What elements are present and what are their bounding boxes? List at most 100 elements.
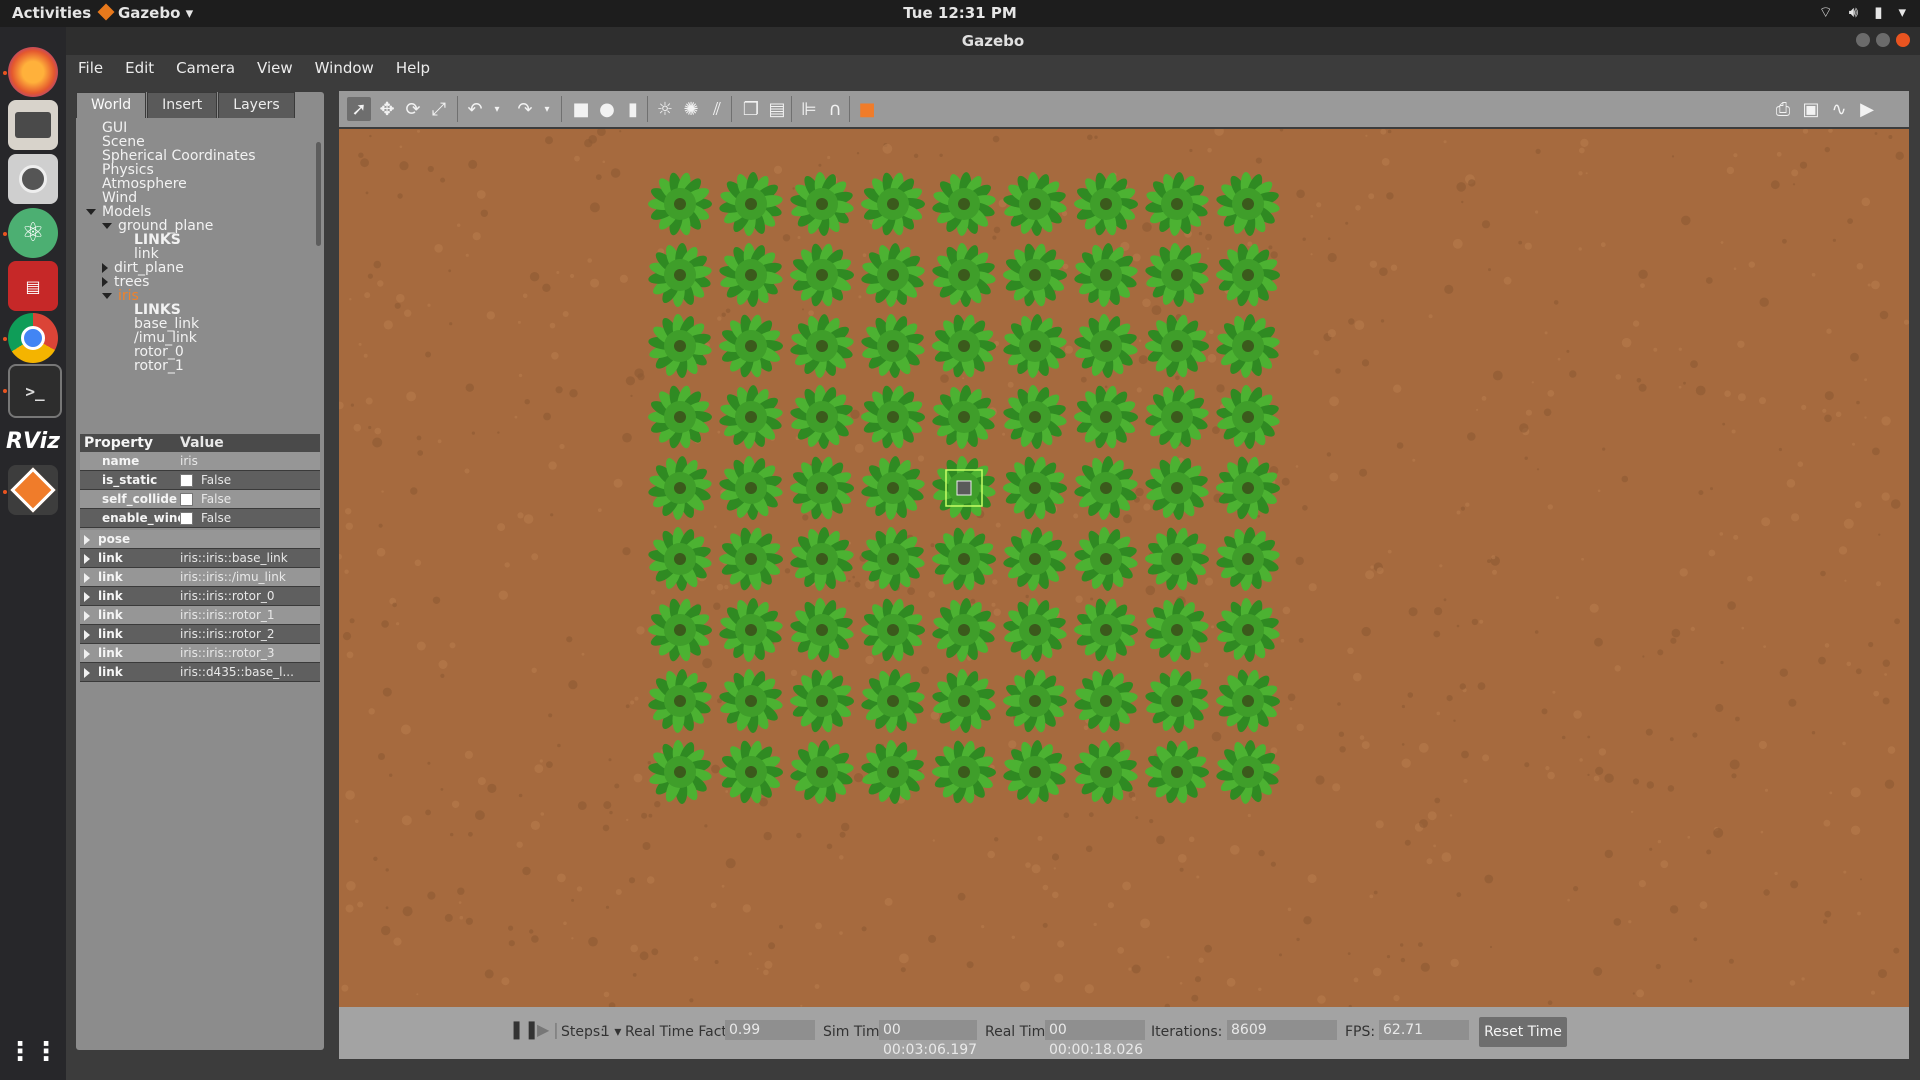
- volume-icon[interactable]: 🔊︎: [1849, 3, 1858, 22]
- tree-plant[interactable]: [790, 242, 854, 307]
- 3d-viewport[interactable]: [339, 129, 1909, 1007]
- enable-wind-checkbox[interactable]: [180, 512, 193, 525]
- files-icon[interactable]: [8, 100, 58, 150]
- tree-plant[interactable]: [932, 313, 996, 378]
- tree-plant[interactable]: [789, 598, 854, 663]
- tree-plant[interactable]: [1002, 172, 1067, 237]
- expand-arrow-icon[interactable]: [102, 223, 112, 229]
- prop-link-label[interactable]: link: [80, 644, 176, 662]
- self-collide-checkbox[interactable]: [180, 493, 193, 506]
- prop-name-value[interactable]: iris: [176, 452, 320, 470]
- tree-plant[interactable]: [647, 740, 712, 805]
- screenshot-icon[interactable]: ⎙: [1771, 97, 1795, 121]
- plot-icon[interactable]: ∿: [1827, 97, 1851, 121]
- collapse-arrow-icon[interactable]: [102, 277, 108, 287]
- tree-plant[interactable]: [1215, 385, 1280, 450]
- select-mode-icon[interactable]: ➚: [347, 97, 371, 121]
- prop-link-label[interactable]: link: [80, 549, 176, 567]
- record-video-icon[interactable]: ▶: [1855, 97, 1879, 121]
- app-menu[interactable]: Gazebo ▾: [97, 3, 193, 22]
- tree-plant[interactable]: [790, 455, 854, 520]
- tree-plant[interactable]: [1003, 668, 1067, 733]
- tab-layers[interactable]: Layers: [218, 92, 295, 118]
- tree-plant[interactable]: [1216, 314, 1281, 379]
- box-shape-icon[interactable]: ■: [569, 97, 593, 121]
- tree-plant[interactable]: [1073, 314, 1138, 379]
- step-icon[interactable]: ▶❘: [537, 1020, 563, 1039]
- show-apps-icon[interactable]: ⋮⋮: [7, 1027, 59, 1077]
- clock[interactable]: Tue 12:31 PM: [0, 4, 1920, 22]
- rviz-icon[interactable]: RViz: [6, 416, 60, 466]
- redo-icon[interactable]: ↷: [513, 97, 537, 121]
- undo-history-icon[interactable]: ▾: [485, 97, 509, 121]
- menu-file[interactable]: File: [66, 55, 113, 81]
- tree-plant[interactable]: [1144, 243, 1209, 308]
- tree-plant[interactable]: [647, 243, 712, 308]
- pause-icon[interactable]: ❚❚: [509, 1019, 539, 1040]
- chevron-down-icon[interactable]: ▾: [1898, 3, 1906, 22]
- prop-link-row[interactable]: link iris::iris::rotor_1: [80, 606, 320, 625]
- tree-plant[interactable]: [1144, 172, 1209, 237]
- tree-plant[interactable]: [931, 669, 996, 734]
- tree-plant[interactable]: [1073, 527, 1138, 592]
- tree-plant[interactable]: [1145, 385, 1210, 450]
- expand-arrow-icon[interactable]: [84, 572, 90, 583]
- menu-view[interactable]: View: [245, 55, 303, 81]
- cylinder-shape-icon[interactable]: ▮: [621, 97, 645, 121]
- close-button[interactable]: [1896, 33, 1910, 47]
- sphere-shape-icon[interactable]: ●: [595, 97, 619, 121]
- tree-plant[interactable]: [860, 314, 925, 379]
- tree-plant[interactable]: [860, 740, 925, 805]
- spot-light-icon[interactable]: ✺: [679, 97, 703, 121]
- code-editor-icon[interactable]: ▤: [8, 261, 58, 311]
- prop-link-row[interactable]: link iris::iris::rotor_3: [80, 644, 320, 663]
- terminal-icon[interactable]: >_: [8, 364, 62, 418]
- tree-plant[interactable]: [789, 527, 854, 592]
- tree-plant[interactable]: [932, 739, 996, 804]
- tree-plant[interactable]: [1215, 598, 1280, 663]
- align-icon[interactable]: ⊫: [797, 97, 821, 121]
- is-static-checkbox[interactable]: [180, 474, 193, 487]
- tree-plant[interactable]: [789, 385, 854, 450]
- prop-link-label[interactable]: link: [80, 663, 176, 681]
- tree-plant[interactable]: [932, 526, 996, 591]
- tree-plant[interactable]: [861, 669, 926, 734]
- tree-plant[interactable]: [648, 171, 712, 236]
- tree-plant[interactable]: [647, 527, 712, 592]
- tree-plant[interactable]: [789, 172, 854, 237]
- activities-button[interactable]: Activities: [12, 4, 91, 22]
- prop-link-label[interactable]: link: [80, 587, 176, 605]
- wifi-icon[interactable]: ⌔: [1819, 3, 1833, 22]
- system-tray[interactable]: ⌔ 🔊︎ ▮ ▾: [1819, 3, 1906, 22]
- copy-icon[interactable]: ❐: [739, 97, 763, 121]
- expand-arrow-icon[interactable]: [84, 553, 90, 564]
- menu-edit[interactable]: Edit: [113, 55, 164, 81]
- iris-drone[interactable]: [956, 480, 972, 496]
- expand-arrow-icon[interactable]: [102, 293, 112, 299]
- menu-help[interactable]: Help: [384, 55, 440, 81]
- expand-arrow-icon[interactable]: [84, 629, 90, 640]
- tree-plant[interactable]: [1216, 527, 1281, 592]
- tree-plant[interactable]: [931, 243, 996, 308]
- undo-icon[interactable]: ↶: [463, 97, 487, 121]
- expand-arrow-icon[interactable]: [84, 610, 90, 621]
- prop-link-row[interactable]: link iris::iris::rotor_0: [80, 587, 320, 606]
- view-angle-icon[interactable]: ■: [855, 97, 879, 121]
- tree-plant[interactable]: [719, 313, 783, 378]
- tab-insert[interactable]: Insert: [147, 92, 218, 118]
- tree-plant[interactable]: [718, 243, 783, 308]
- tree-plant[interactable]: [647, 669, 712, 734]
- tree-plant[interactable]: [1074, 669, 1139, 734]
- tree-plant[interactable]: [790, 740, 855, 805]
- prop-link-row[interactable]: link iris::iris::base_link: [80, 549, 320, 568]
- minimize-button[interactable]: [1856, 33, 1870, 47]
- prop-link-row[interactable]: link iris::d435::base_l...: [80, 663, 320, 682]
- log-icon[interactable]: ▣: [1799, 97, 1823, 121]
- expand-arrow-icon[interactable]: [84, 534, 90, 545]
- chrome-icon[interactable]: [8, 313, 58, 363]
- tree-plant[interactable]: [1145, 739, 1209, 804]
- tree-plant[interactable]: [1074, 456, 1139, 521]
- prop-link-row[interactable]: link iris::iris::/imu_link: [80, 568, 320, 587]
- battery-icon[interactable]: ▮: [1874, 3, 1882, 22]
- point-light-icon[interactable]: ☼: [653, 97, 677, 121]
